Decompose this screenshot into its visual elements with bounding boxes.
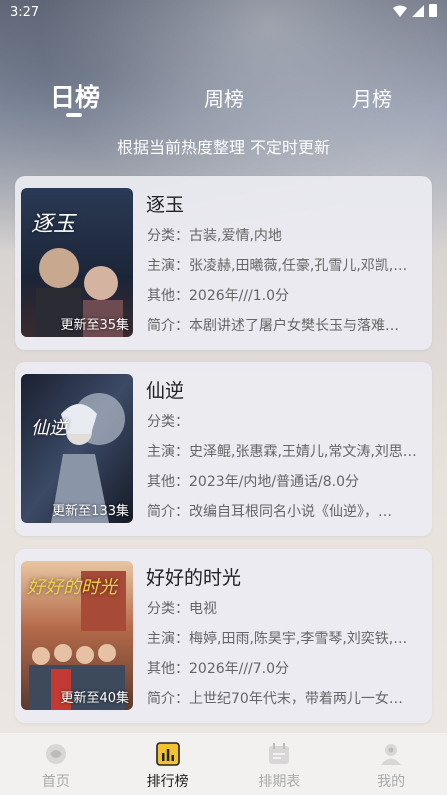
drama-cast: 主演：张凌赫,田曦薇,任豪,孔雪儿,邓凯,… (147, 258, 408, 274)
signal-icon (412, 4, 424, 17)
wifi-icon (393, 5, 407, 17)
drama-other: 其他：2026年///1.0分 (147, 288, 290, 304)
drama-other: 其他：2023年/内地/普通话/8.0分 (147, 474, 360, 490)
drama-title: 逐玉 (146, 194, 185, 216)
nav-profile-label: 我的 (377, 774, 406, 790)
episode-badge: 更新至133集 (52, 504, 129, 519)
poster-title-art: 仙逆 (31, 418, 67, 439)
drama-category: 分类：古装,爱情,内地 (147, 228, 282, 244)
drama-title: 仙逆 (146, 380, 185, 402)
drama-category: 分类： (147, 414, 189, 430)
status-time: 3:27 (10, 5, 40, 20)
nav-ranking[interactable]: 排行榜 (112, 733, 224, 795)
profile-icon (381, 744, 402, 765)
nav-profile[interactable]: 我的 (335, 733, 447, 795)
tab-monthly[interactable]: 月榜 (352, 83, 392, 112)
poster-title-art: 逐玉 (31, 212, 76, 237)
poster-title-art: 好好的时光 (27, 577, 117, 598)
nav-schedule[interactable]: 排期表 (224, 733, 336, 795)
tab-daily[interactable]: 日榜 (50, 78, 100, 114)
drama-intro: 简介：上世纪70年代末，带着两儿一女… (147, 691, 403, 707)
drama-cast: 主演：梅婷,田雨,陈昊宇,李雪琴,刘奕铁,… (147, 631, 408, 647)
episode-badge: 更新至35集 (60, 318, 129, 333)
drama-card[interactable]: 仙逆 更新至133集 仙逆 分类： 主演：史泽鲲,张惠霖,王婧儿,常文涛,刘思…… (15, 362, 432, 536)
tab-indicator (66, 113, 82, 117)
poster-image: 逐玉 更新至35集 (21, 188, 133, 337)
nav-ranking-label: 排行榜 (146, 774, 189, 790)
ranking-icon (155, 742, 180, 766)
home-icon (45, 744, 66, 764)
bottom-navigation: 首页 排行榜 排期表 我的 (0, 733, 447, 795)
period-tabs: 日榜 周榜 月榜 (0, 78, 447, 118)
tab-weekly[interactable]: 周榜 (204, 83, 244, 112)
episode-badge: 更新至40集 (60, 691, 129, 706)
status-icons (393, 4, 437, 17)
drama-intro: 简介：本剧讲述了屠户女樊长玉与落难… (147, 318, 399, 334)
drama-title: 好好的时光 (146, 567, 242, 589)
drama-card[interactable]: 逐玉 更新至35集 逐玉 分类：古装,爱情,内地 主演：张凌赫,田曦薇,任豪,孔… (15, 176, 432, 350)
drama-intro: 简介：改编自耳根同名小说《仙逆》，… (147, 504, 392, 520)
nav-schedule-label: 排期表 (258, 774, 301, 790)
drama-other: 其他：2026年///7.0分 (147, 661, 290, 677)
ranking-subtitle: 根据当前热度整理 不定时更新 (116, 138, 331, 157)
schedule-icon (269, 743, 290, 764)
battery-icon (429, 4, 437, 17)
poster-image: 仙逆 更新至133集 (21, 374, 133, 523)
nav-home[interactable]: 首页 (0, 733, 112, 795)
drama-cast: 主演：史泽鲲,张惠霖,王婧儿,常文涛,刘思… (147, 444, 417, 460)
drama-category: 分类：电视 (147, 601, 217, 617)
status-bar: 3:27 (0, 0, 447, 26)
drama-card[interactable]: 好好的时光 更新至40集 好好的时光 分类：电视 主演：梅婷,田雨,陈昊宇,李雪… (15, 549, 432, 723)
poster-image: 好好的时光 更新至40集 (21, 561, 133, 710)
nav-home-label: 首页 (41, 774, 70, 790)
